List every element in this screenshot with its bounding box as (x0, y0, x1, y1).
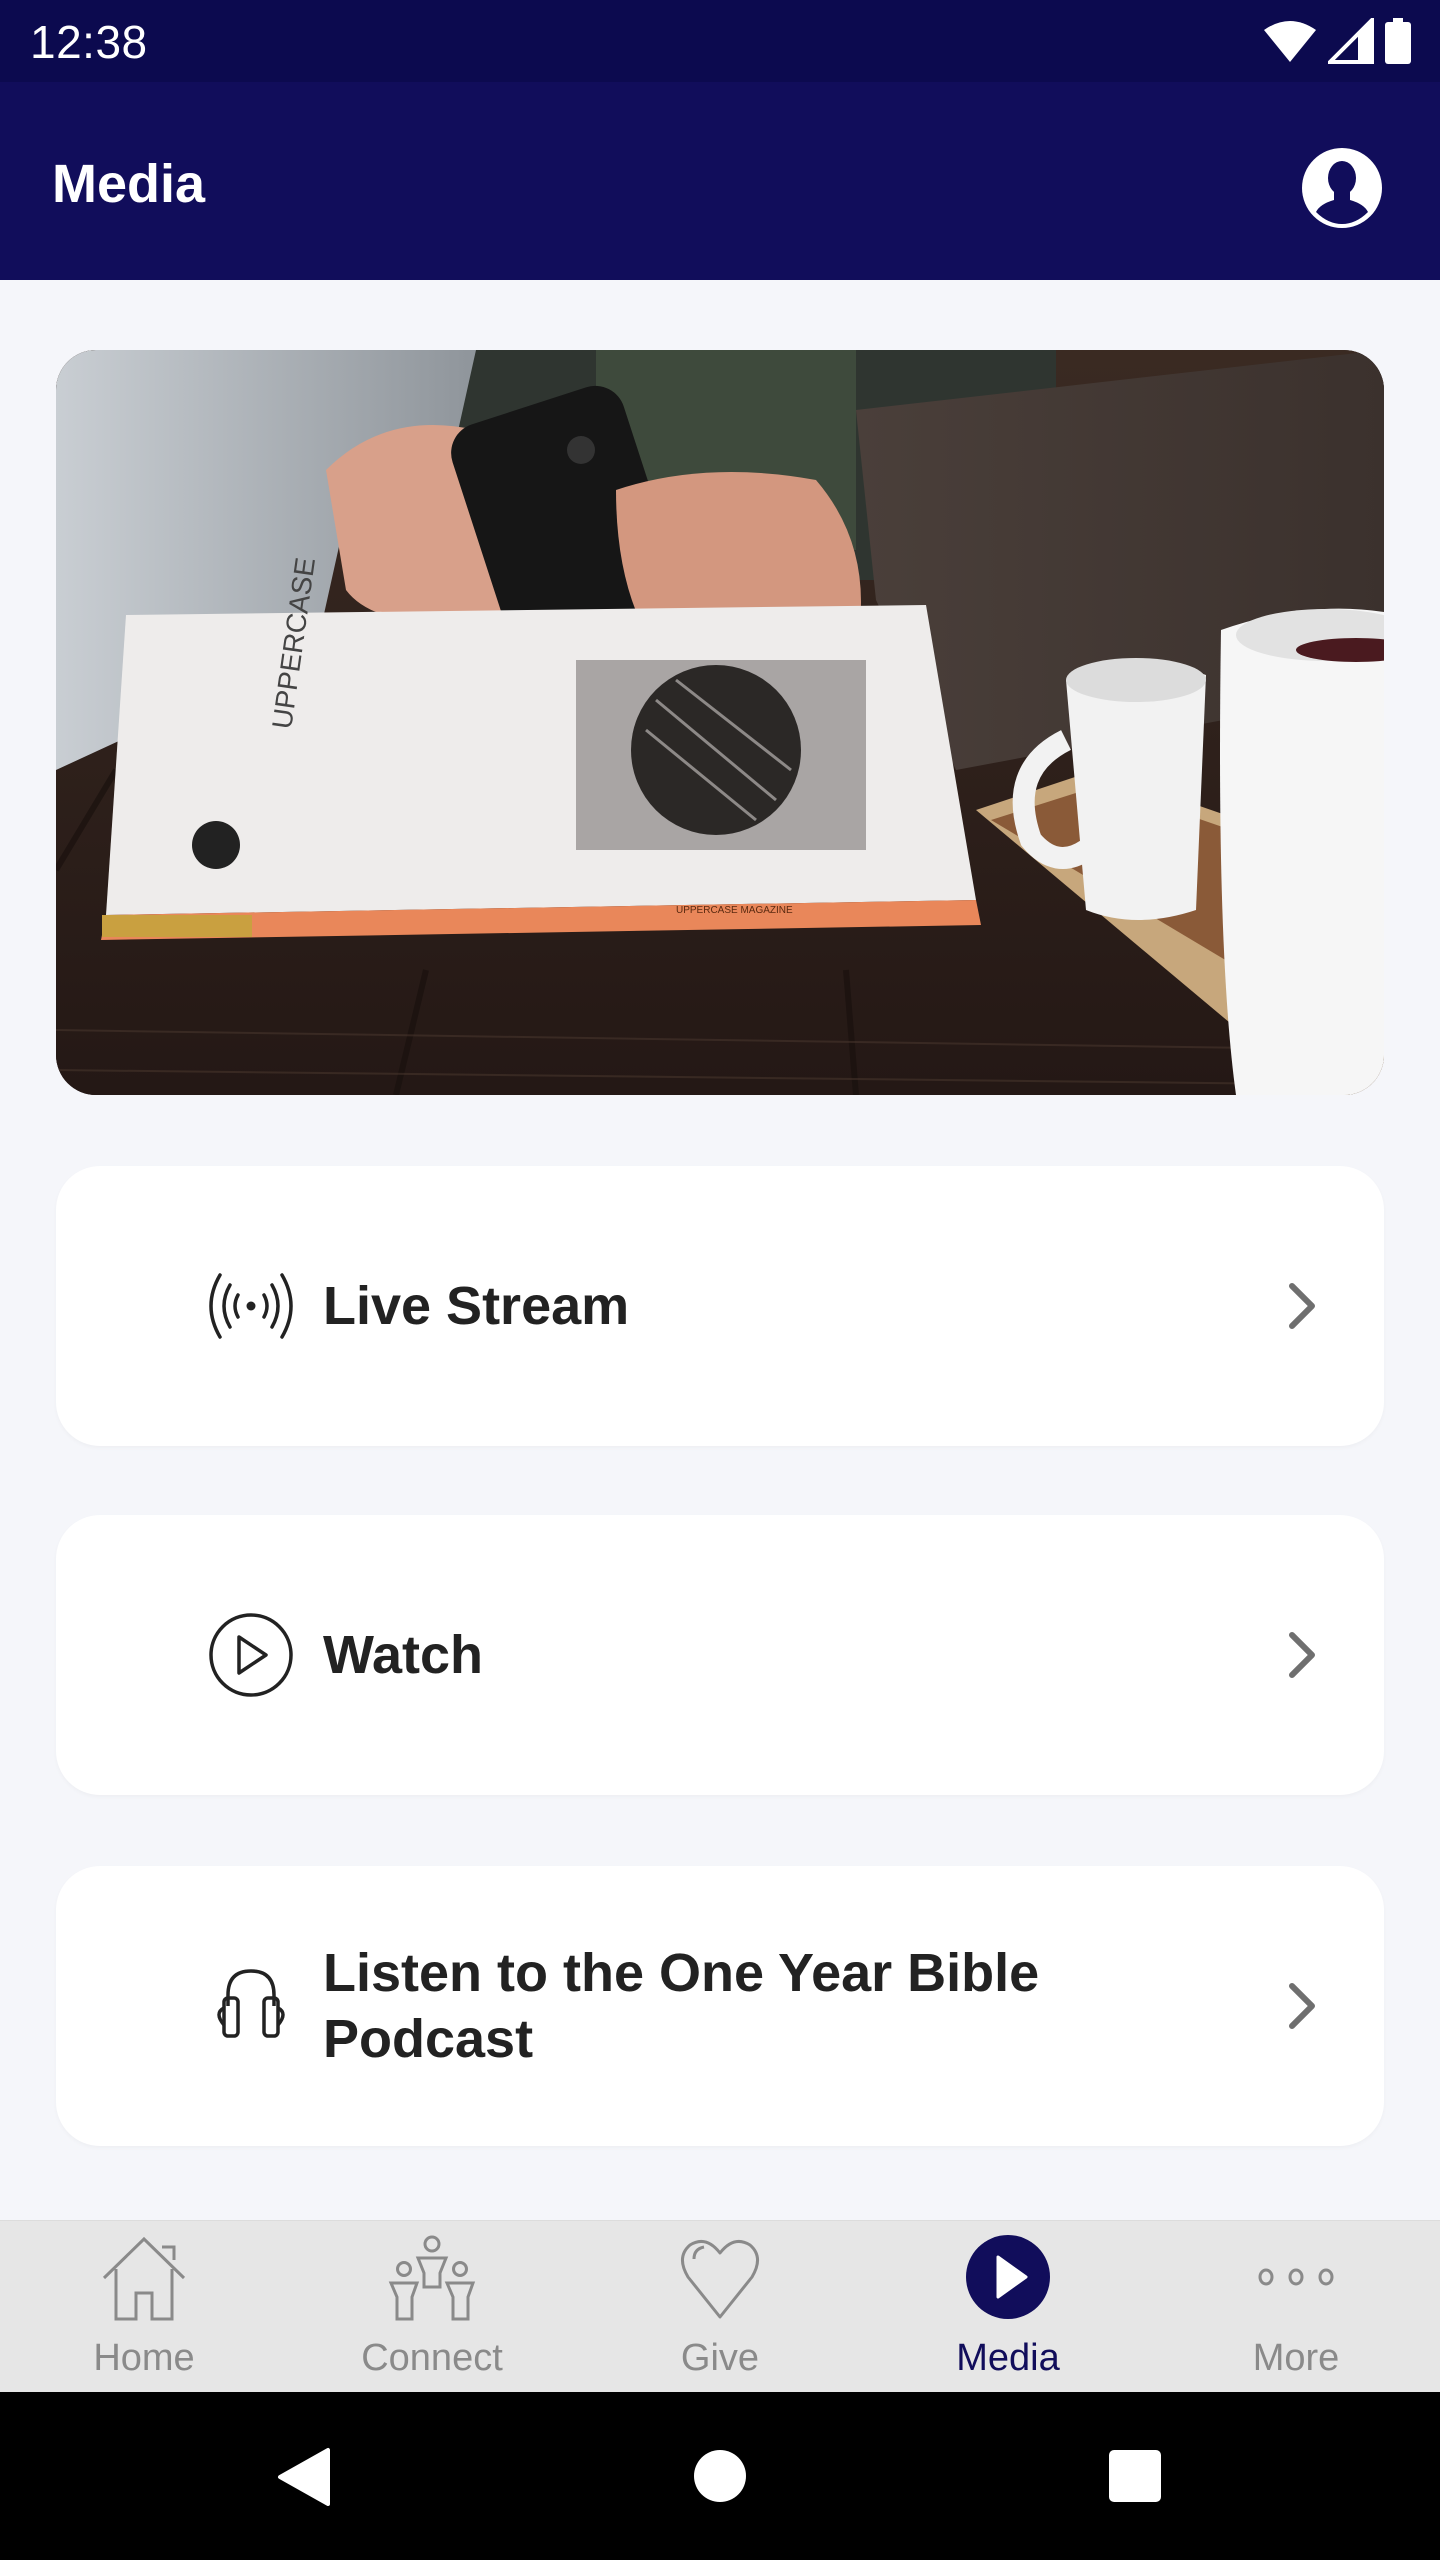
headphones-icon (217, 1969, 285, 2038)
nav-item-more[interactable]: More (1152, 2221, 1440, 2393)
broadcast-icon (209, 1273, 293, 1339)
bottom-nav: Home Connect Give Media More (0, 2220, 1440, 2392)
status-bar: 12:38 (0, 0, 1440, 82)
cellular-signal-icon (1328, 18, 1374, 64)
hero-photo: UPPERCASE UPPERCASE MAGAZINE (56, 350, 1384, 1095)
menu-card-podcast[interactable]: Listen to the One Year Bible Podcast (56, 1866, 1384, 2146)
wifi-icon (1264, 21, 1316, 62)
home-icon (102, 2236, 186, 2321)
more-dots-icon (1258, 2268, 1334, 2286)
menu-card-label: Live Stream (323, 1276, 630, 1336)
nav-label: Media (956, 2337, 1060, 2379)
nav-item-give[interactable]: Give (576, 2221, 864, 2393)
play-circle-filled-icon (966, 2235, 1050, 2319)
people-icon (388, 2235, 476, 2321)
home-circle-icon[interactable] (692, 2448, 748, 2504)
heart-icon (681, 2239, 759, 2319)
menu-card-watch[interactable]: Watch (56, 1515, 1384, 1795)
battery-icon (1385, 18, 1411, 64)
recents-icon[interactable] (1107, 2448, 1163, 2504)
system-navigation-bar (0, 2392, 1440, 2560)
profile-button[interactable] (1302, 148, 1382, 228)
nav-label: Give (680, 2337, 760, 2379)
back-icon[interactable] (272, 2446, 334, 2508)
menu-card-label: Watch (323, 1625, 483, 1685)
menu-card-label: Listen to the One Year Bible Podcast (323, 1943, 1040, 2069)
nav-label: Connect (361, 2337, 503, 2379)
nav-label: Home (93, 2337, 195, 2379)
nav-item-home[interactable]: Home (0, 2221, 288, 2393)
nav-item-media[interactable]: Media (864, 2221, 1152, 2393)
nav-item-connect[interactable]: Connect (288, 2221, 576, 2393)
nav-label: More (1252, 2337, 1340, 2379)
menu-card-live-stream[interactable]: Live Stream (56, 1166, 1384, 1446)
account-circle-icon (1302, 148, 1382, 228)
app-header: Media (0, 82, 1440, 280)
play-circle-icon (209, 1613, 293, 1697)
svg-text:UPPERCASE MAGAZINE: UPPERCASE MAGAZINE (676, 905, 793, 916)
chevron-right-icon (1289, 1983, 1315, 2029)
status-time: 12:38 (30, 16, 148, 68)
status-icons (1262, 18, 1412, 64)
hero-image: UPPERCASE UPPERCASE MAGAZINE (56, 350, 1384, 1095)
chevron-right-icon (1289, 1632, 1315, 1678)
page-title: Media (52, 154, 206, 214)
chevron-right-icon (1289, 1283, 1315, 1329)
